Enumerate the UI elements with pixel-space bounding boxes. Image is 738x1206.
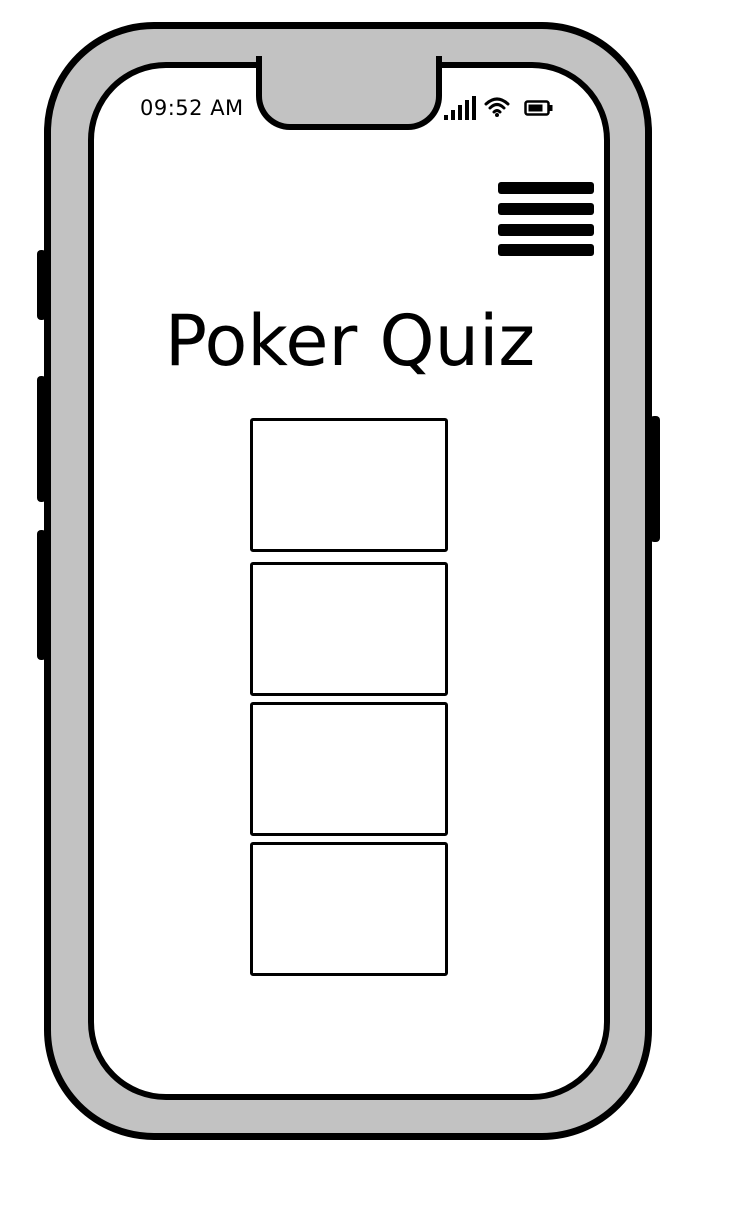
signal-icon	[444, 96, 476, 120]
page-title: Poker Quiz	[164, 300, 536, 382]
power-button	[650, 416, 660, 542]
wifi-icon	[484, 97, 510, 117]
option-box-2[interactable]	[250, 562, 448, 696]
menu-line	[498, 224, 594, 236]
menu-line	[498, 203, 594, 215]
battery-icon	[524, 100, 553, 116]
option-box-1[interactable]	[250, 418, 448, 552]
menu-line	[498, 182, 594, 194]
status-icons	[442, 96, 562, 120]
option-box-4[interactable]	[250, 842, 448, 976]
mute-switch	[37, 530, 46, 660]
notch-top-mask	[264, 56, 434, 68]
volume-down-button	[37, 376, 46, 502]
menu-line	[498, 244, 594, 256]
status-time: 09:52 AM	[140, 96, 244, 120]
hamburger-menu-icon[interactable]	[498, 180, 594, 258]
option-box-3[interactable]	[250, 702, 448, 836]
